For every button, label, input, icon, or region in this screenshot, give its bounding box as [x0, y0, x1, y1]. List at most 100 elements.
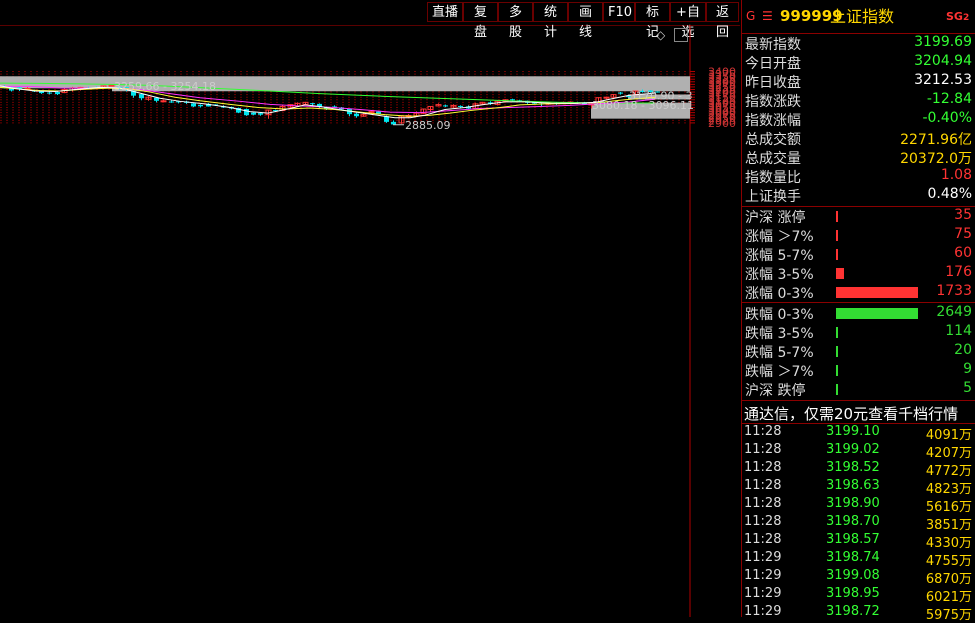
tick-price: 3198.70 — [826, 514, 880, 529]
divider — [742, 302, 975, 303]
breadth-label: 涨幅 3-5% — [745, 267, 814, 283]
toolbar-button[interactable]: F10 — [603, 2, 635, 22]
breadth-row: 跌幅 5-7% 20 — [744, 342, 974, 361]
close-icon[interactable] — [674, 28, 688, 42]
tick-volume: 4207万 — [925, 446, 972, 461]
tick-price: 3198.74 — [826, 550, 880, 565]
quote-value: 0.48% — [927, 186, 972, 202]
breadth-row: 沪深 跌停 5 — [744, 380, 974, 399]
breadth-label: 跌幅 3-5% — [745, 326, 814, 342]
tick-time: 11:28 — [744, 532, 782, 547]
breadth-label: 跌幅 ＞7% — [745, 364, 814, 380]
breadth-bar — [836, 384, 838, 395]
candle-body-down — [458, 105, 463, 107]
toolbar-button[interactable]: 返回 — [706, 2, 739, 40]
breadth-row: 涨幅 5-7% 60 — [744, 245, 974, 264]
breadth-row: 跌幅 3-5% 114 — [744, 323, 974, 342]
tick-row: 11:28 3199.10 4091万 — [744, 424, 974, 443]
candle-body-down — [139, 94, 144, 99]
quote-row: 总成交量 20372.0万 — [744, 148, 974, 167]
toolbar-button[interactable]: 直播 — [427, 2, 463, 22]
candle-body-down — [354, 113, 359, 117]
breadth-row: 涨幅 ＞7% 75 — [744, 226, 974, 245]
tick-time: 11:28 — [744, 496, 782, 511]
breadth-bar — [836, 249, 838, 260]
quote-value: 20372.0万 — [900, 151, 972, 167]
toolbar-button[interactable]: 标记 — [635, 2, 670, 40]
toolbar-button[interactable]: 统计 — [533, 2, 568, 40]
breadth-value: 114 — [945, 323, 972, 339]
tick-row: 11:28 3199.02 4207万 — [744, 442, 974, 461]
breadth-row: 跌幅 ＞7% 9 — [744, 361, 974, 380]
tick-price: 3198.57 — [826, 532, 880, 547]
breadth-value: 9 — [963, 361, 972, 377]
breadth-bar — [836, 308, 918, 319]
breadth-value: 2649 — [936, 304, 972, 320]
tick-volume: 4772万 — [925, 464, 972, 479]
quote-label: 上证换手 — [745, 189, 801, 205]
quote-row: 今日开盘 3204.94 — [744, 53, 974, 72]
quote-label: 最新指数 — [745, 37, 801, 53]
annotation-low: 2885.09 — [405, 119, 451, 132]
quote-row: 昨日收盘 3212.53 — [744, 72, 974, 91]
breadth-row: 涨幅 3-5% 176 — [744, 264, 974, 283]
toolbar: 直播 复盘 多股 统计 画线 F10 标记 +自选 返回 — [0, 0, 740, 40]
tick-time: 11:29 — [744, 550, 782, 565]
kline-chart[interactable]: 3400 3375 3350 3325 3300 3275 3250 3225 3200 3175… — [0, 25, 740, 617]
quote-value: 3204.94 — [914, 53, 972, 69]
tick-row: 11:29 3198.74 4755万 — [744, 550, 974, 569]
quote-value: -0.40% — [922, 110, 972, 126]
toolbar-button[interactable]: 复盘 — [463, 2, 498, 40]
breadth-value: 5 — [963, 380, 972, 396]
tick-volume: 5975万 — [925, 608, 972, 623]
breadth-bar — [836, 211, 838, 222]
diamond-icon[interactable]: ◇ — [656, 28, 665, 42]
kline-svg[interactable]: 3400337533503325330032753250322532003175… — [0, 25, 740, 617]
quote-row: 总成交额 2271.96亿 — [744, 129, 974, 148]
breadth-value: 20 — [954, 342, 972, 358]
quote-row: 指数量比 1.08 — [744, 167, 974, 186]
candle-body-down — [39, 91, 44, 94]
tick-price: 3198.63 — [826, 478, 880, 493]
toolbar-button[interactable]: 画线 — [568, 2, 603, 40]
candle-body-down — [191, 103, 196, 107]
tick-time: 11:29 — [744, 586, 782, 601]
tick-time: 11:28 — [744, 424, 782, 439]
breadth-value: 35 — [954, 207, 972, 223]
candle-body-down — [391, 121, 396, 125]
tick-time: 11:28 — [744, 514, 782, 529]
y-tick-label: 2900 — [708, 117, 736, 130]
tick-volume: 6870万 — [925, 572, 972, 587]
quote-label: 指数涨幅 — [745, 113, 801, 129]
quote-row: 最新指数 3199.69 — [744, 34, 974, 53]
tick-price: 3198.95 — [826, 586, 880, 601]
tick-row: 11:28 3198.70 3851万 — [744, 514, 974, 533]
quote-value: -12.84 — [926, 91, 972, 107]
tick-time: 11:28 — [744, 442, 782, 457]
quote-label: 指数量比 — [745, 170, 801, 186]
tick-row: 11:28 3198.57 4330万 — [744, 532, 974, 551]
candle-body-up — [160, 100, 167, 103]
tick-time: 11:29 — [744, 568, 782, 583]
tick-row: 11:28 3198.52 4772万 — [744, 460, 974, 479]
code-prefix: G — [746, 9, 756, 23]
breadth-row: 跌幅 0-3% 2649 — [744, 304, 974, 323]
breadth-label: 跌幅 5-7% — [745, 345, 814, 361]
tick-price: 3199.10 — [826, 424, 880, 439]
menu-icon[interactable]: ☰ — [762, 0, 773, 33]
tick-volume: 4823万 — [925, 482, 972, 497]
toolbar-button[interactable]: +自选 — [670, 2, 706, 40]
breadth-row: 沪深 涨停 35 — [744, 207, 974, 226]
breadth-label: 沪深 涨停 — [745, 210, 806, 226]
tick-volume: 5616万 — [925, 500, 972, 515]
quote-value: 2271.96亿 — [900, 132, 972, 148]
quote-label: 指数涨跌 — [745, 94, 801, 110]
tick-time: 11:28 — [744, 460, 782, 475]
panel-title: G ☰ 999999 上证指数 SG2 — [742, 0, 975, 33]
candle-body-down — [55, 92, 60, 95]
breadth-value: 176 — [945, 264, 972, 280]
candle-body-down — [258, 113, 263, 115]
tick-row: 11:29 3198.72 5975万 — [744, 604, 974, 623]
toolbar-button[interactable]: 多股 — [498, 2, 533, 40]
promo-banner[interactable]: 通达信，仅需20元查看千档行情 — [744, 403, 958, 424]
